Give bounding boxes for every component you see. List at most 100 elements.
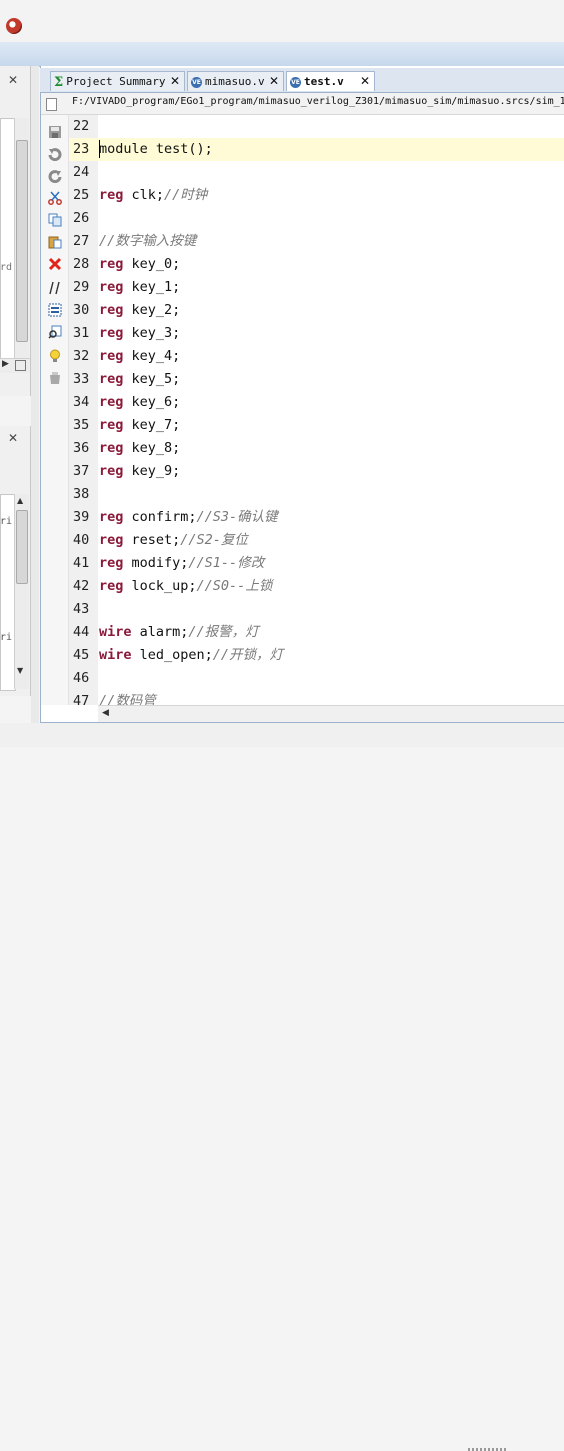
code-line[interactable]: 28 reg key_0; (69, 253, 564, 276)
code-body: modify; (123, 555, 189, 571)
line-number: 46 (73, 670, 90, 686)
tab-mimasuo-v[interactable]: VE mimasuo.v ✕ (187, 71, 284, 91)
code-line[interactable]: 47 //数码管 (69, 690, 564, 705)
scroll-right-icon[interactable]: ▶ (2, 359, 9, 369)
code-line[interactable]: 29 reg key_1; (69, 276, 564, 299)
code-line[interactable]: 36 reg key_8; (69, 437, 564, 460)
code-body: reset; (123, 532, 181, 548)
code-line[interactable]: 26 (69, 207, 564, 230)
code-line[interactable]: 32 reg key_4; (69, 345, 564, 368)
undo-icon[interactable] (48, 147, 62, 161)
line-number: 38 (73, 486, 90, 502)
keyword: reg (99, 256, 124, 272)
code-comment: //开锁，灯 (212, 647, 284, 663)
app-logo-icon[interactable] (6, 18, 22, 34)
comment-icon[interactable] (48, 281, 62, 295)
code-line[interactable]: 33 reg key_5; (69, 368, 564, 391)
code-line[interactable]: 39 reg confirm;//S3-确认键 (69, 506, 564, 529)
line-number: 26 (73, 210, 90, 226)
keyword: reg (99, 325, 124, 341)
close-icon[interactable]: ✕ (8, 74, 18, 86)
keyword: reg (99, 302, 124, 318)
code-line[interactable]: 27 //数字输入按键 (69, 230, 564, 253)
line-number: 28 (73, 256, 90, 272)
tab-close-icon[interactable]: ✕ (170, 72, 180, 91)
delete-icon[interactable] (48, 257, 62, 271)
tab-label: mimasuo.v (205, 75, 265, 88)
tab-test-v[interactable]: VE test.v ✕ (286, 71, 375, 91)
code-line[interactable]: 45 wire led_open;//开锁，灯 (69, 644, 564, 667)
code-body: lock_up; (123, 578, 197, 594)
save-icon[interactable] (48, 125, 62, 139)
keyword: reg (99, 532, 124, 548)
keyword: reg (99, 578, 124, 594)
scrollbar-thumb[interactable] (16, 510, 28, 584)
code-line[interactable]: 35 reg key_7; (69, 414, 564, 437)
code-text: //数码管 (99, 690, 156, 705)
find-replace-icon[interactable] (48, 325, 62, 339)
code-body: key_1; (123, 279, 181, 295)
code-line[interactable]: 22 (69, 115, 564, 138)
line-number: 40 (73, 532, 90, 548)
code-body: clk; (123, 187, 165, 203)
line-number: 43 (73, 601, 90, 617)
tab-close-icon[interactable]: ✕ (360, 72, 370, 91)
code-line[interactable]: 43 (69, 598, 564, 621)
code-line[interactable]: 42 reg lock_up;//S0--上锁 (69, 575, 564, 598)
code-body: confirm; (123, 509, 197, 525)
paste-icon[interactable] (48, 235, 62, 249)
code-body: module test(); (99, 141, 213, 157)
lightbulb-icon[interactable] (48, 349, 62, 363)
code-body: key_4; (123, 348, 181, 364)
tab-project-summary[interactable]: Σ Project Summary ✕ (50, 71, 185, 91)
code-text: reg lock_up;//S0--上锁 (99, 575, 272, 598)
code-text: reg key_2; (99, 299, 180, 322)
tab-close-icon[interactable]: ✕ (269, 72, 279, 91)
code-line[interactable]: 25 reg clk;//时钟 (69, 184, 564, 207)
code-line[interactable]: 30 reg key_2; (69, 299, 564, 322)
line-number: 33 (73, 371, 90, 387)
code-line[interactable]: 38 (69, 483, 564, 506)
code-text: module test(); (99, 138, 213, 161)
keyword: reg (99, 187, 124, 203)
select-all-icon[interactable] (48, 303, 62, 317)
file-path: F:/VIVADO_program/EGo1_program/mimasuo_v… (72, 96, 564, 107)
line-number: 39 (73, 509, 90, 525)
keyword: reg (99, 371, 124, 387)
code-line[interactable]: 24 (69, 161, 564, 184)
keyword: reg (99, 555, 124, 571)
code-area[interactable]: 22 23 module test(); 24 25 reg clk;//时钟 26 27 //… (69, 115, 564, 705)
scroll-up-icon[interactable]: ▲ (17, 496, 23, 505)
clear-icon[interactable] (48, 371, 62, 385)
scrollbar-thumb[interactable] (16, 140, 28, 342)
line-number: 36 (73, 440, 90, 456)
code-line[interactable]: 23 module test(); (69, 138, 564, 161)
close-icon[interactable]: ✕ (8, 432, 18, 444)
redo-icon[interactable] (48, 169, 62, 183)
cut-icon[interactable] (48, 191, 62, 205)
code-line[interactable]: 34 reg key_6; (69, 391, 564, 414)
keyword: reg (99, 348, 124, 364)
panel-corner-icon[interactable] (15, 360, 26, 371)
verilog-file-icon: VE (191, 76, 202, 88)
horizontal-scrollbar[interactable]: ◀ (98, 705, 564, 722)
vertical-scrollbar[interactable] (14, 118, 29, 358)
code-text: reg key_9; (99, 460, 180, 483)
code-body: alarm; (131, 624, 189, 640)
keyword: reg (99, 509, 124, 525)
panel-splitter[interactable] (31, 66, 39, 726)
copy-icon[interactable] (48, 213, 62, 227)
vertical-scrollbar[interactable]: ▲ ▼ (14, 494, 29, 689)
perspective-band (0, 42, 564, 67)
code-line[interactable]: 44 wire alarm;//报警，灯 (69, 621, 564, 644)
scroll-down-icon[interactable]: ▼ (17, 666, 23, 675)
horizontal-scrollbar[interactable]: ▶ (0, 358, 30, 373)
code-line[interactable]: 31 reg key_3; (69, 322, 564, 345)
code-line[interactable]: 37 reg key_9; (69, 460, 564, 483)
line-number: 25 (73, 187, 90, 203)
code-line[interactable]: 46 (69, 667, 564, 690)
scroll-left-icon[interactable]: ◀ (102, 708, 109, 718)
code-line[interactable]: 41 reg modify;//S1--修改 (69, 552, 564, 575)
code-line[interactable]: 40 reg reset;//S2-复位 (69, 529, 564, 552)
code-comment: //数字输入按键 (99, 233, 197, 249)
